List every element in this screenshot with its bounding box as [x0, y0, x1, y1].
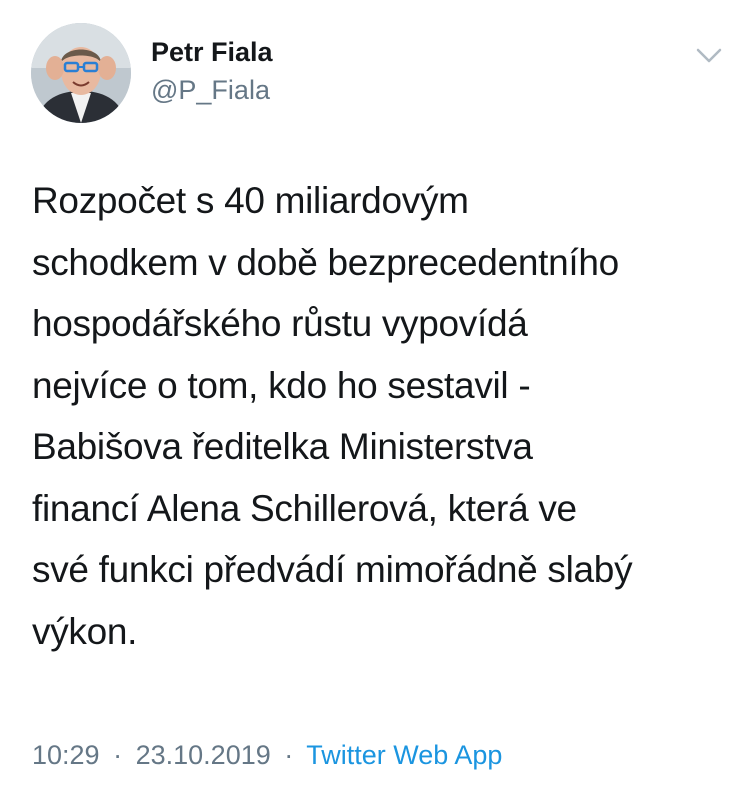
tweet-time[interactable]: 10:29: [32, 740, 100, 770]
chevron-down-icon[interactable]: [692, 40, 726, 70]
avatar[interactable]: [31, 23, 131, 123]
tweet-text: Rozpočet s 40 miliardovým schodkem v dob…: [32, 180, 633, 652]
meta-separator: ·: [113, 740, 123, 770]
tweet-meta: 10:29 · 23.10.2019 · Twitter Web App: [32, 738, 502, 772]
author-handle[interactable]: @P_Fiala: [151, 73, 270, 107]
author-display-name[interactable]: Petr Fiala: [151, 35, 273, 69]
tweet-card: Petr Fiala @P_Fiala Rozpočet s 40 miliar…: [0, 0, 750, 793]
tweet-date[interactable]: 23.10.2019: [136, 740, 271, 770]
meta-separator: ·: [284, 740, 294, 770]
tweet-source-link[interactable]: Twitter Web App: [306, 740, 502, 770]
profile-photo: [31, 23, 131, 123]
